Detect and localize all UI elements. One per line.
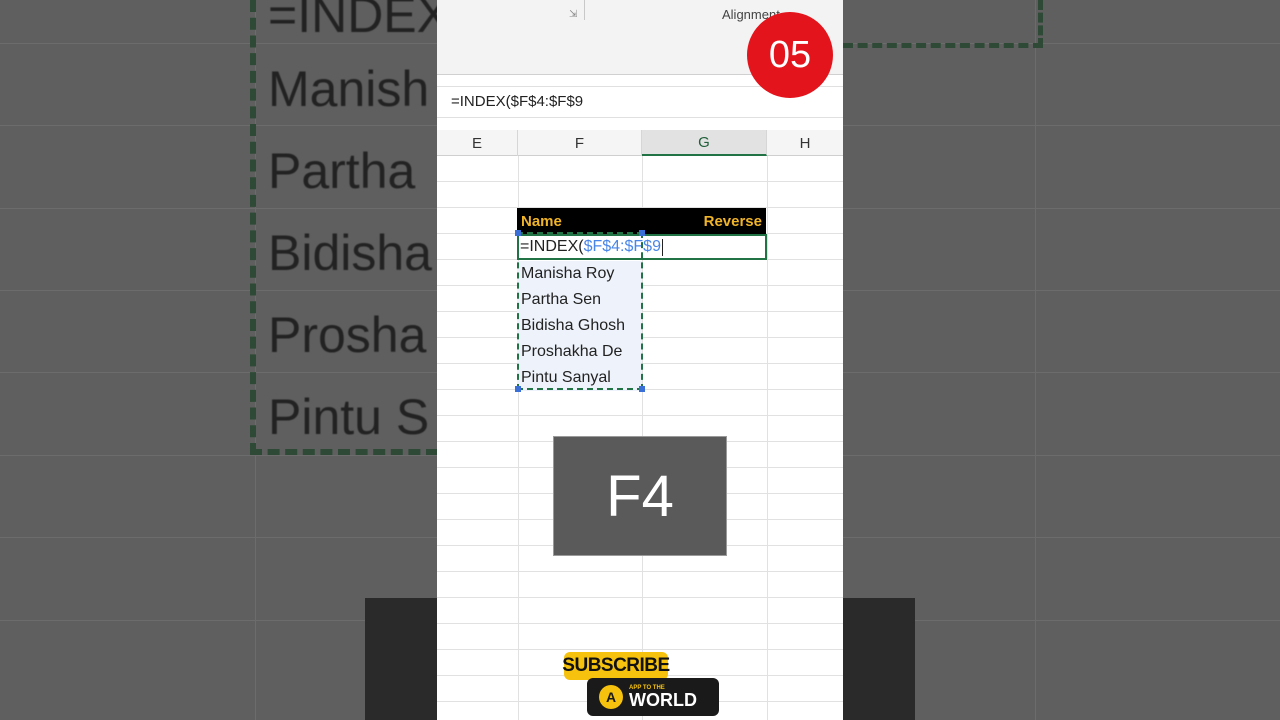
bg-text-2: Partha (268, 143, 416, 199)
text-caret (661, 238, 663, 256)
dialog-launcher-icon[interactable]: ⇲ (569, 9, 577, 20)
brand-a-icon: A (599, 685, 623, 709)
ribbon-separator (584, 0, 585, 20)
column-header-h[interactable]: H (767, 130, 843, 156)
edit-formula-prefix: =INDEX( (520, 238, 584, 255)
brand-big-text: WORLD (629, 690, 697, 710)
bg-text-formula: =INDEX( (268, 0, 437, 43)
header-cell-reverse[interactable]: Reverse (642, 208, 766, 234)
name-cell[interactable]: Pintu Sanyal (517, 365, 642, 391)
bg-text-1: Manish (268, 61, 430, 117)
active-edit-cell[interactable]: =INDEX($F$4:$F$9 (517, 234, 767, 260)
edit-formula-reference: $F$4:$F$9 (583, 238, 661, 255)
header-cell-name[interactable]: Name (517, 208, 642, 234)
brand-logo: A APP TO THE WORLD (587, 678, 719, 716)
name-cell[interactable]: Partha Sen (517, 287, 642, 313)
column-header-g[interactable]: G (642, 130, 767, 156)
column-header-e[interactable]: E (437, 130, 518, 156)
bg-text-5: Pintu S (268, 389, 430, 445)
background-left: =INDEX( Manish Partha Bidisha Prosha Pin… (0, 0, 437, 720)
name-cell[interactable]: Bidisha Ghosh (517, 313, 642, 339)
name-cell[interactable]: Proshakha De (517, 339, 642, 365)
step-badge: 05 (747, 12, 833, 98)
bg-text-4: Prosha (268, 307, 427, 363)
video-frame: =INDEX( Manish Partha Bidisha Prosha Pin… (0, 0, 1280, 720)
spreadsheet-panel: ⇲ Alignment 05 =INDEX($F$4:$F$9 E F G H (437, 0, 843, 720)
column-headers: E F G H (437, 130, 843, 156)
background-right (843, 0, 1280, 720)
key-press-overlay: F4 (553, 436, 727, 556)
column-header-f[interactable]: F (518, 130, 642, 156)
bg-text-3: Bidisha (268, 225, 432, 281)
name-cell[interactable]: Manisha Roy (517, 261, 642, 287)
subscribe-button[interactable]: SUBSCRIBE (562, 652, 670, 680)
